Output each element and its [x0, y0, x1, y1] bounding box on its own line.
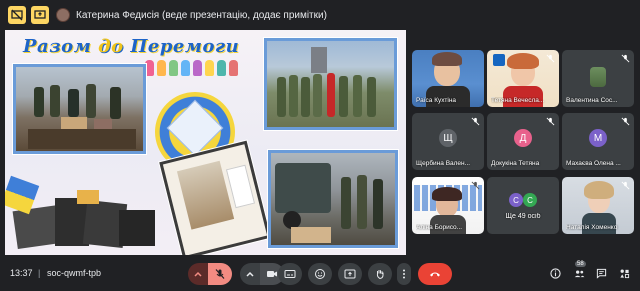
captions-icon — [284, 270, 296, 278]
photo-framed-painting — [159, 140, 271, 255]
people-icon — [574, 269, 584, 277]
mic-toggle-button[interactable] — [208, 263, 232, 285]
participant-name: Докукіна Тетяна — [491, 160, 540, 167]
participant-tile[interactable]: М Махаєва Олена ... — [562, 113, 634, 170]
group-avatar: С — [523, 193, 537, 207]
participant-name: Аліна Борисо... — [416, 224, 463, 231]
chat-icon — [596, 268, 606, 279]
more-participants-label: Ще 49 осіб — [505, 213, 541, 220]
mic-off-icon — [621, 54, 630, 63]
meeting-time: 13:37 — [10, 268, 33, 278]
top-bar: Катерина Федисія (веде презентацію, дода… — [0, 0, 640, 30]
info-icon — [549, 267, 561, 279]
photo-truck-delivery — [268, 150, 398, 248]
hand-icon — [376, 270, 384, 280]
chevron-up-icon — [246, 271, 254, 277]
participant-avatar: Щ — [439, 129, 457, 147]
activities-button[interactable] — [617, 266, 631, 280]
video-options-button[interactable] — [240, 263, 260, 285]
participant-name: Наталія Хоменко — [566, 224, 618, 231]
presenter-info: Катерина Федисія (веде презентацію, дода… — [56, 7, 327, 23]
end-call-button[interactable] — [418, 263, 452, 285]
mic-off-icon — [471, 181, 480, 190]
present-button[interactable] — [338, 263, 362, 285]
participant-tile[interactable]: Аліна Борисо... — [412, 177, 484, 234]
mic-off-icon — [621, 117, 630, 126]
raise-hand-button[interactable] — [368, 263, 392, 285]
participant-name: Щербина Вален... — [416, 160, 471, 167]
activities-icon — [619, 269, 629, 278]
hang-up-icon — [430, 272, 440, 277]
participant-avatar: М — [589, 129, 607, 147]
participant-tile[interactable]: Тетяна Вечесла... — [487, 50, 559, 107]
present-screen-icon — [344, 269, 356, 279]
screen-off-icon[interactable] — [8, 6, 26, 24]
separator: | — [38, 268, 41, 278]
participant-name: Тетяна Вечесла... — [491, 97, 545, 104]
participant-name: Раїса Кухтіна — [416, 97, 457, 104]
participant-name: Валентина Сос... — [566, 97, 618, 104]
kids-drawing — [145, 60, 238, 76]
mic-off-icon — [546, 117, 555, 126]
video-icon — [267, 271, 277, 277]
participant-avatar: Д — [514, 129, 532, 147]
captions-button[interactable] — [278, 263, 302, 285]
participant-tile[interactable]: Наталія Хоменко — [562, 177, 634, 234]
bottom-bar: 13:37 | soc-qwmf-tpb 58 — [0, 261, 640, 291]
participant-tile[interactable]: Щ Щербина Вален... — [412, 113, 484, 170]
participant-tile[interactable]: Д Докукіна Тетяна — [487, 113, 559, 170]
presenter-label: Катерина Федисія (веде презентацію, дода… — [76, 9, 327, 21]
participant-tile[interactable]: Валентина Сос... — [562, 50, 634, 107]
mic-off-icon — [215, 269, 225, 279]
chevron-up-icon — [194, 271, 202, 277]
meeting-code: soc-qwmf-tpb — [47, 268, 102, 278]
people-button[interactable] — [572, 266, 586, 280]
photo-soldiers-supplies — [13, 64, 146, 154]
participant-name: Махаєва Олена ... — [566, 160, 621, 167]
emoji-icon — [315, 269, 325, 279]
slide-title: Разом до Перемоги — [23, 36, 240, 57]
more-vert-icon — [403, 269, 405, 279]
photo-soldiers-group — [264, 38, 397, 130]
participant-tile[interactable]: Раїса Кухтіна — [412, 50, 484, 107]
group-avatar: С — [509, 193, 523, 207]
reactions-button[interactable] — [308, 263, 332, 285]
audio-options-button[interactable] — [188, 263, 208, 285]
mic-off-icon — [546, 54, 555, 63]
mic-off-icon — [621, 181, 630, 190]
screen-share-icon[interactable] — [31, 6, 49, 24]
presentation-slide: Разом до Перемоги — [5, 30, 406, 255]
goods-pile — [12, 190, 165, 250]
chat-button[interactable] — [594, 266, 608, 280]
presenter-avatar — [56, 8, 70, 22]
mic-off-icon — [471, 117, 480, 126]
participant-tile-group[interactable]: С С Ще 49 осіб — [487, 177, 559, 234]
meeting-info-button[interactable] — [548, 266, 562, 280]
more-options-button[interactable] — [397, 263, 411, 285]
